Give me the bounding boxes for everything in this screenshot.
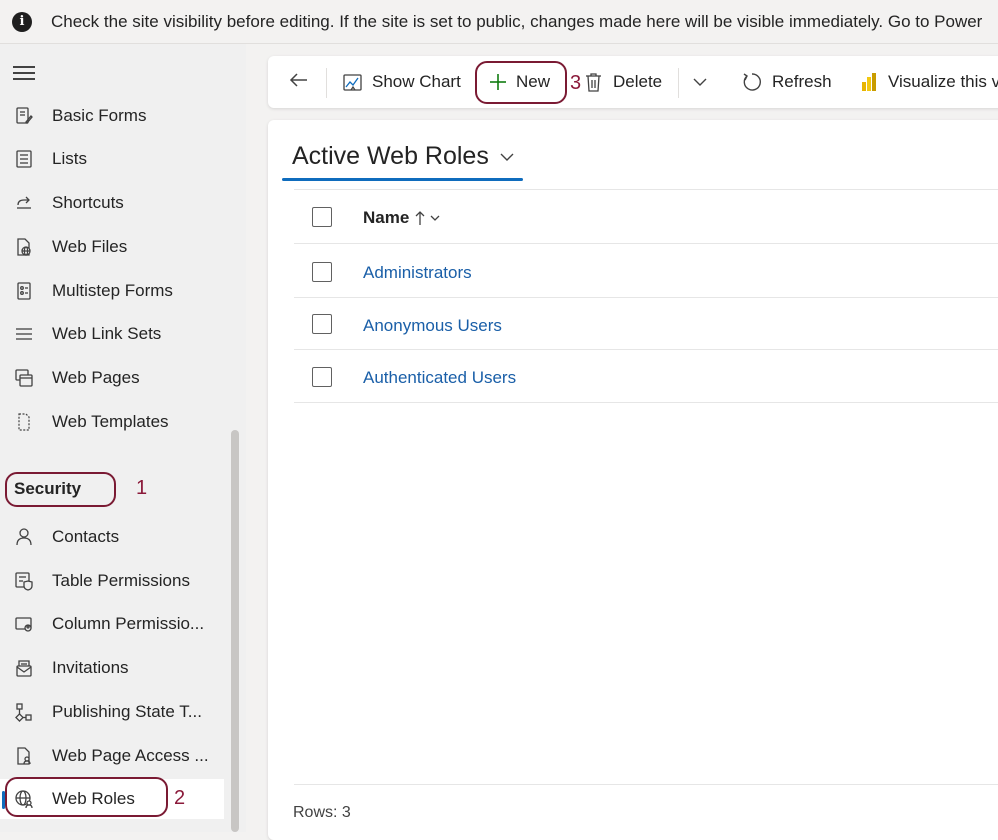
visualize-button[interactable]: Visualize this view: [861, 56, 998, 108]
select-all-checkbox[interactable]: [312, 207, 332, 227]
sidebar-item-web-pages[interactable]: Web Pages: [0, 358, 224, 398]
back-button[interactable]: [288, 56, 316, 108]
web-file-icon: [13, 236, 35, 258]
sidebar-item-invitations[interactable]: Invitations: [0, 648, 224, 688]
view-selector-underline: [282, 178, 523, 181]
column-permission-icon: [13, 613, 35, 635]
chevron-down-icon: [692, 74, 708, 90]
visualize-label: Visualize this view: [888, 72, 998, 91]
sidebar-item-label: Table Permissions: [52, 571, 190, 590]
column-header-name[interactable]: Name: [363, 208, 441, 228]
sidebar-scrollbar[interactable]: [231, 430, 239, 832]
sidebar-item-label: Multistep Forms: [52, 281, 173, 300]
footer-divider: [294, 784, 998, 785]
refresh-icon: [741, 71, 763, 93]
sidebar-item-multistep-forms[interactable]: Multistep Forms: [0, 271, 224, 311]
annotation-number-3: 3: [570, 72, 582, 94]
banner-text: Check the site visibility before editing…: [51, 11, 983, 31]
sidebar-item-label: Basic Forms: [52, 106, 147, 125]
sidebar-item-web-page-access[interactable]: Web Page Access ...: [0, 736, 224, 776]
info-icon: i: [12, 11, 32, 32]
toolbar-separator: [678, 68, 679, 98]
sidebar-item-lists[interactable]: Lists: [0, 139, 224, 179]
page-access-icon: [13, 745, 35, 767]
multistep-form-icon: [13, 280, 35, 302]
row-name-link[interactable]: Authenticated Users: [363, 368, 516, 388]
annotation-number-2: 2: [174, 787, 186, 809]
sidebar-item-basic-forms[interactable]: Basic Forms: [0, 96, 224, 136]
refresh-button[interactable]: Refresh: [741, 56, 832, 108]
sidebar-item-label: Web Page Access ...: [52, 746, 209, 765]
sort-ascending-icon: [415, 210, 425, 226]
refresh-label: Refresh: [772, 72, 832, 91]
toolbar-separator: [326, 68, 327, 98]
view-selector[interactable]: Active Web Roles: [292, 142, 515, 171]
grid-divider: [294, 243, 998, 244]
sidebar-item-label: Web Files: [52, 237, 128, 256]
sidebar-item-web-link-sets[interactable]: Web Link Sets: [0, 314, 224, 354]
info-banner: i Check the site visibility before editi…: [0, 0, 998, 44]
delete-label: Delete: [613, 72, 663, 91]
sidebar: Basic Forms Lists Shortcuts Web Files Mu…: [0, 44, 246, 832]
sidebar-item-label: Contacts: [52, 527, 120, 546]
sidebar-item-label: Web Templates: [52, 412, 169, 431]
show-chart-button[interactable]: Show Chart: [342, 56, 461, 108]
annotation-box-2: [5, 777, 168, 817]
sidebar-item-table-permissions[interactable]: Table Permissions: [0, 561, 224, 601]
command-bar: Show Chart New 3 Delete Refresh Visualiz…: [268, 56, 998, 108]
row-name-link[interactable]: Administrators: [363, 263, 472, 283]
person-icon: [13, 526, 35, 548]
sidebar-item-contacts[interactable]: Contacts: [0, 517, 224, 557]
sidebar-item-publishing-state[interactable]: Publishing State T...: [0, 692, 224, 732]
row-checkbox[interactable]: [312, 262, 332, 282]
form-icon: [13, 105, 35, 127]
chevron-down-icon: [429, 212, 441, 224]
grid-divider: [294, 189, 998, 190]
grid-divider: [294, 402, 998, 403]
annotation-box-3: [475, 61, 567, 104]
template-icon: [13, 411, 35, 433]
row-name-link[interactable]: Anonymous Users: [363, 316, 502, 336]
rows-count: Rows: 3: [293, 804, 351, 821]
sidebar-item-label: Invitations: [52, 658, 129, 677]
sidebar-item-label: Shortcuts: [52, 193, 124, 212]
sidebar-item-label: Web Pages: [52, 368, 140, 387]
chevron-down-icon: [499, 149, 515, 165]
annotation-number-1: 1: [136, 477, 148, 499]
trash-icon: [584, 72, 603, 93]
web-pages-icon: [13, 367, 35, 389]
link-set-icon: [13, 323, 35, 345]
show-chart-label: Show Chart: [372, 72, 461, 91]
sidebar-item-web-templates[interactable]: Web Templates: [0, 402, 224, 442]
sidebar-item-label: Web Link Sets: [52, 324, 162, 343]
view-panel: Active Web Roles Name Administrators Ano…: [268, 120, 998, 840]
view-title: Active Web Roles: [292, 142, 489, 170]
sidebar-item-column-permissions[interactable]: Column Permissio...: [0, 604, 224, 644]
more-commands-button[interactable]: [692, 56, 708, 108]
chart-icon: [342, 72, 363, 93]
sidebar-item-label: Publishing State T...: [52, 702, 202, 721]
sidebar-item-shortcuts[interactable]: Shortcuts: [0, 183, 224, 223]
list-icon: [13, 148, 35, 170]
sidebar-item-label: Column Permissio...: [52, 614, 205, 633]
power-bi-icon: [861, 72, 878, 92]
row-checkbox[interactable]: [312, 314, 332, 334]
column-header-label: Name: [363, 208, 410, 227]
workflow-icon: [13, 701, 35, 723]
delete-button[interactable]: Delete: [584, 56, 662, 108]
grid-divider: [294, 297, 998, 298]
invitation-icon: [13, 657, 35, 679]
shortcut-icon: [13, 192, 35, 214]
hamburger-icon[interactable]: [13, 66, 35, 80]
annotation-box-1: [5, 472, 116, 507]
row-checkbox[interactable]: [312, 367, 332, 387]
back-arrow-icon: [288, 69, 310, 96]
sidebar-item-label: Lists: [52, 149, 87, 168]
grid-divider: [294, 349, 998, 350]
table-permission-icon: [13, 570, 35, 592]
sidebar-item-web-files[interactable]: Web Files: [0, 227, 224, 267]
